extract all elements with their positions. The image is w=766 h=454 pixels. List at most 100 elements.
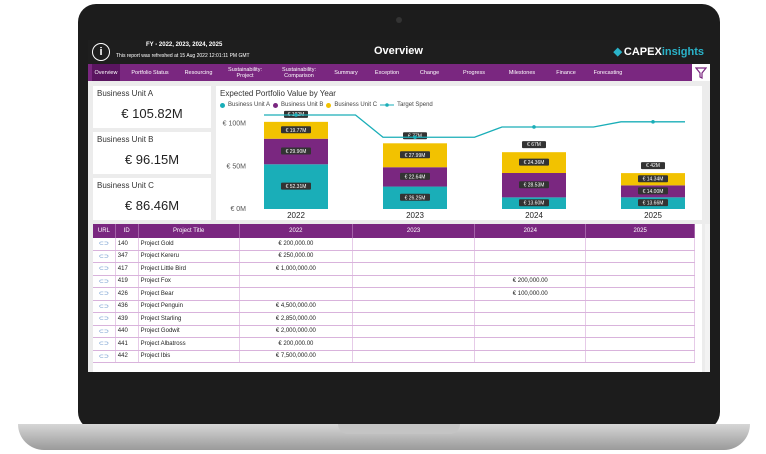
cell-amount bbox=[352, 350, 476, 363]
tab-change[interactable]: Change bbox=[411, 64, 448, 81]
cell-amount bbox=[585, 337, 695, 351]
link-icon[interactable]: ⊂⊃ bbox=[93, 325, 116, 338]
cell-amount: € 7,500,000.00 bbox=[239, 350, 353, 363]
link-icon[interactable]: ⊂⊃ bbox=[93, 350, 116, 363]
link-icon[interactable]: ⊂⊃ bbox=[93, 287, 116, 301]
cell-id: 442 bbox=[115, 350, 139, 363]
link-icon[interactable]: ⊂⊃ bbox=[93, 262, 116, 276]
tab-milestones[interactable]: Milestones bbox=[500, 64, 544, 81]
tab-forecasting[interactable]: Forecasting bbox=[588, 64, 628, 81]
tab-resourcing[interactable]: Resourcing bbox=[180, 64, 217, 81]
table-scrollbar[interactable] bbox=[705, 224, 710, 372]
kpi-value: € 105.82M bbox=[121, 106, 183, 121]
table-header-row: URL ID Project Title 2022 2023 2024 2025 bbox=[93, 224, 695, 238]
cell-amount bbox=[474, 262, 587, 276]
cell-id: 426 bbox=[115, 287, 139, 301]
y-tick-label: € 100M bbox=[223, 121, 247, 128]
cell-project-title: Project Ibis bbox=[138, 350, 240, 363]
column-header[interactable]: Project Title bbox=[138, 224, 240, 238]
table-row[interactable]: ⊂⊃ 140 Project Gold € 200,000.00 bbox=[93, 238, 695, 251]
camera-icon bbox=[396, 17, 402, 23]
cell-id: 419 bbox=[115, 275, 139, 288]
cell-amount bbox=[585, 250, 695, 263]
tab-sustainability-project[interactable]: Sustainability: Project bbox=[221, 64, 269, 81]
kpi-value: € 96.15M bbox=[124, 152, 180, 167]
nav-tabs: Overview Portfolio Status Resourcing Sustai… bbox=[88, 64, 710, 81]
kpi-card-unit-a: Business Unit A € 105.82M bbox=[93, 86, 211, 128]
cell-amount bbox=[585, 325, 695, 338]
column-header[interactable]: 2022 bbox=[239, 224, 353, 238]
info-icon[interactable]: i bbox=[92, 43, 110, 61]
link-icon[interactable]: ⊂⊃ bbox=[93, 275, 116, 288]
kpi-card-unit-c: Business Unit C € 86.46M bbox=[93, 178, 211, 220]
data-label: € 52.31M bbox=[286, 184, 307, 190]
target-point[interactable] bbox=[294, 113, 298, 117]
cell-id: 347 bbox=[115, 250, 139, 263]
table-row[interactable]: ⊂⊃ 440 Project Godwit € 2,000,000.00 bbox=[93, 325, 695, 338]
data-label: € 14.34M bbox=[643, 177, 664, 183]
link-icon[interactable]: ⊂⊃ bbox=[93, 238, 116, 251]
table-row[interactable]: ⊂⊃ 441 Project Albatross € 200,000.00 bbox=[93, 337, 695, 351]
cell-id: 439 bbox=[115, 312, 139, 326]
table-row[interactable]: ⊂⊃ 436 Project Penguin € 4,500,000.00 bbox=[93, 300, 695, 313]
tab-sustainability-comparison[interactable]: Sustainability: Comparison bbox=[273, 64, 325, 81]
cell-project-title: Project Gold bbox=[138, 238, 240, 251]
table-row[interactable]: ⊂⊃ 347 Project Kereru € 250,000.00 bbox=[93, 250, 695, 263]
target-point[interactable] bbox=[651, 120, 655, 124]
link-icon[interactable]: ⊂⊃ bbox=[93, 250, 116, 263]
cell-amount bbox=[352, 337, 476, 351]
link-icon[interactable]: ⊂⊃ bbox=[93, 300, 116, 313]
data-label: € 19.77M bbox=[286, 128, 307, 134]
tab-progress[interactable]: Progress bbox=[452, 64, 496, 81]
cell-id: 440 bbox=[115, 325, 139, 338]
cell-amount bbox=[585, 350, 695, 363]
header-bar: i FY - 2022, 2023, 2024, 2025 This repor… bbox=[88, 40, 710, 64]
table-row[interactable]: ⊂⊃ 439 Project Starling € 2,850,000.00 bbox=[93, 312, 695, 326]
cell-id: 417 bbox=[115, 262, 139, 276]
link-icon[interactable]: ⊂⊃ bbox=[93, 337, 116, 351]
column-header[interactable]: URL bbox=[93, 224, 116, 238]
cell-amount: € 4,500,000.00 bbox=[239, 300, 353, 313]
tab-summary[interactable]: Summary bbox=[329, 64, 363, 81]
page-title: Overview bbox=[374, 45, 423, 57]
target-point[interactable] bbox=[532, 125, 536, 129]
y-tick-label: € 50M bbox=[227, 163, 247, 170]
tab-finance[interactable]: Finance bbox=[548, 64, 584, 81]
cell-amount bbox=[352, 250, 476, 263]
table-row[interactable]: ⊂⊃ 426 Project Bear € 100,000.00 bbox=[93, 287, 695, 301]
chart-canvas: € 0M € 50M € 100M € 52.31M € 29.90M € 19.77M €… bbox=[223, 110, 685, 220]
cell-amount bbox=[352, 238, 476, 251]
tab-overview[interactable]: Overview bbox=[92, 64, 120, 81]
cell-amount bbox=[239, 287, 353, 301]
kpi-label: Business Unit B bbox=[97, 135, 154, 144]
fiscal-year-filter: FY - 2022, 2023, 2024, 2025 bbox=[146, 42, 223, 48]
portfolio-value-chart: Expected Portfolio Value by Year Busines… bbox=[216, 86, 702, 220]
cell-id: 441 bbox=[115, 337, 139, 351]
total-label: € 67M bbox=[527, 142, 541, 148]
x-tick-label: 2025 bbox=[644, 211, 662, 220]
cell-amount bbox=[585, 238, 695, 251]
column-header[interactable]: 2023 bbox=[352, 224, 476, 238]
cell-project-title: Project Penguin bbox=[138, 300, 240, 313]
column-header[interactable]: 2024 bbox=[474, 224, 587, 238]
cell-amount: € 2,850,000.00 bbox=[239, 312, 353, 326]
tab-portfolio-status[interactable]: Portfolio Status bbox=[124, 64, 176, 81]
link-icon[interactable]: ⊂⊃ bbox=[93, 312, 116, 326]
data-label: € 24.36M bbox=[524, 160, 545, 166]
table-row[interactable]: ⊂⊃ 417 Project Little Bird € 1,000,000.00 bbox=[93, 262, 695, 276]
cell-id: 140 bbox=[115, 238, 139, 251]
cell-project-title: Project Starling bbox=[138, 312, 240, 326]
cell-amount bbox=[352, 287, 476, 301]
filter-icon[interactable] bbox=[692, 64, 710, 81]
cell-amount bbox=[474, 250, 587, 263]
cell-project-title: Project Godwit bbox=[138, 325, 240, 338]
tab-exception[interactable]: Exception bbox=[367, 64, 407, 81]
target-point[interactable] bbox=[413, 135, 417, 140]
table-row[interactable]: ⊂⊃ 442 Project Ibis € 7,500,000.00 bbox=[93, 350, 695, 363]
refresh-note: This report was refreshed at 15 Aug 2022… bbox=[116, 53, 250, 59]
column-header[interactable]: 2025 bbox=[585, 224, 695, 238]
column-header[interactable]: ID bbox=[115, 224, 139, 238]
cell-amount bbox=[474, 337, 587, 351]
cell-project-title: Project Fox bbox=[138, 275, 240, 288]
table-row[interactable]: ⊂⊃ 419 Project Fox € 200,000.00 bbox=[93, 275, 695, 288]
